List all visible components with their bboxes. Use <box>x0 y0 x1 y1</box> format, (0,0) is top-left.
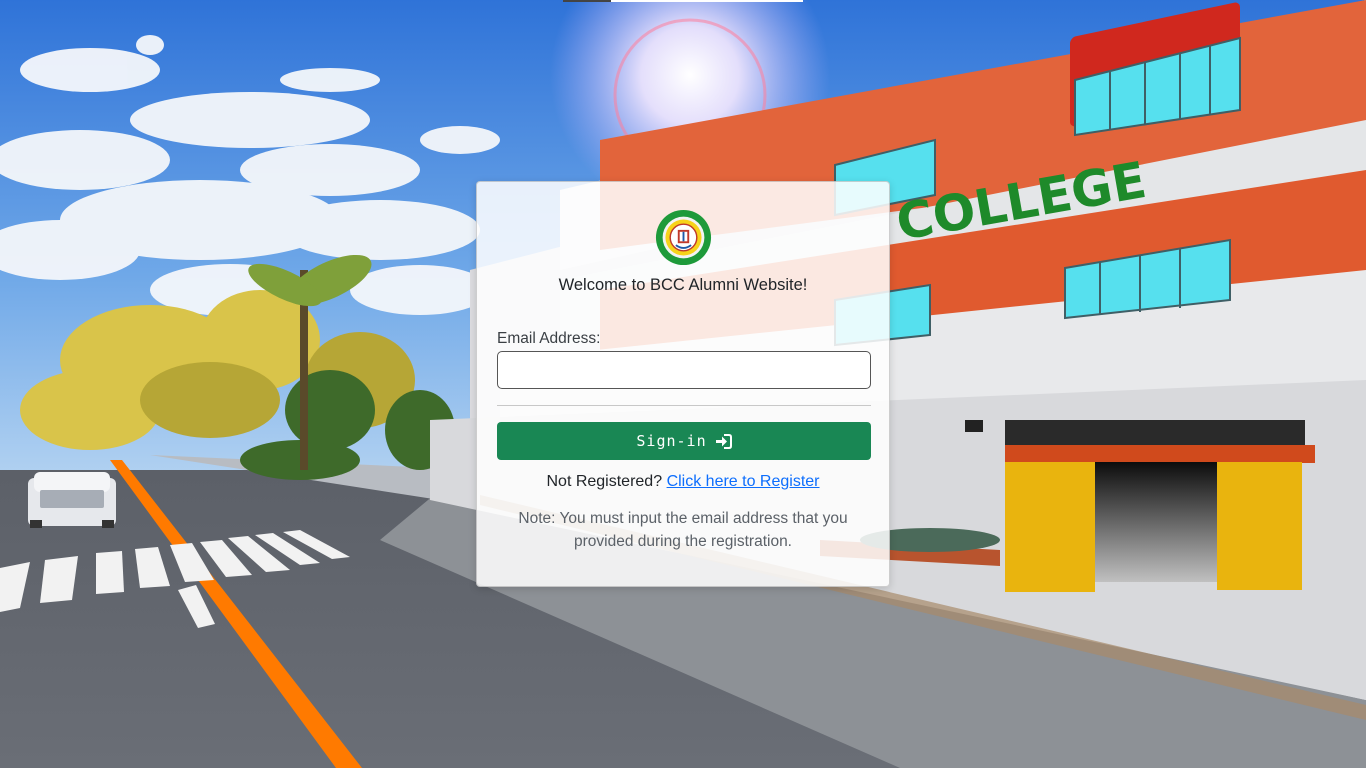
email-input[interactable] <box>497 351 871 389</box>
top-indicator-bar <box>563 0 803 2</box>
sign-in-button[interactable]: Sign-in <box>497 422 871 460</box>
welcome-heading: Welcome to BCC Alumni Website! <box>558 276 808 294</box>
register-link[interactable]: Click here to Register <box>667 473 820 490</box>
register-prompt: Not Registered? Click here to Register <box>477 473 889 491</box>
sign-in-icon <box>715 433 732 449</box>
bcc-logo-icon <box>655 209 712 266</box>
email-label: Email Address: <box>497 330 601 347</box>
login-card: Welcome to BCC Alumni Website! Email Add… <box>476 181 890 587</box>
registration-note: Note: You must input the email address t… <box>518 510 848 550</box>
sign-in-label: Sign-in <box>636 432 707 450</box>
not-registered-text: Not Registered? <box>546 473 663 490</box>
form-divider <box>497 405 871 406</box>
